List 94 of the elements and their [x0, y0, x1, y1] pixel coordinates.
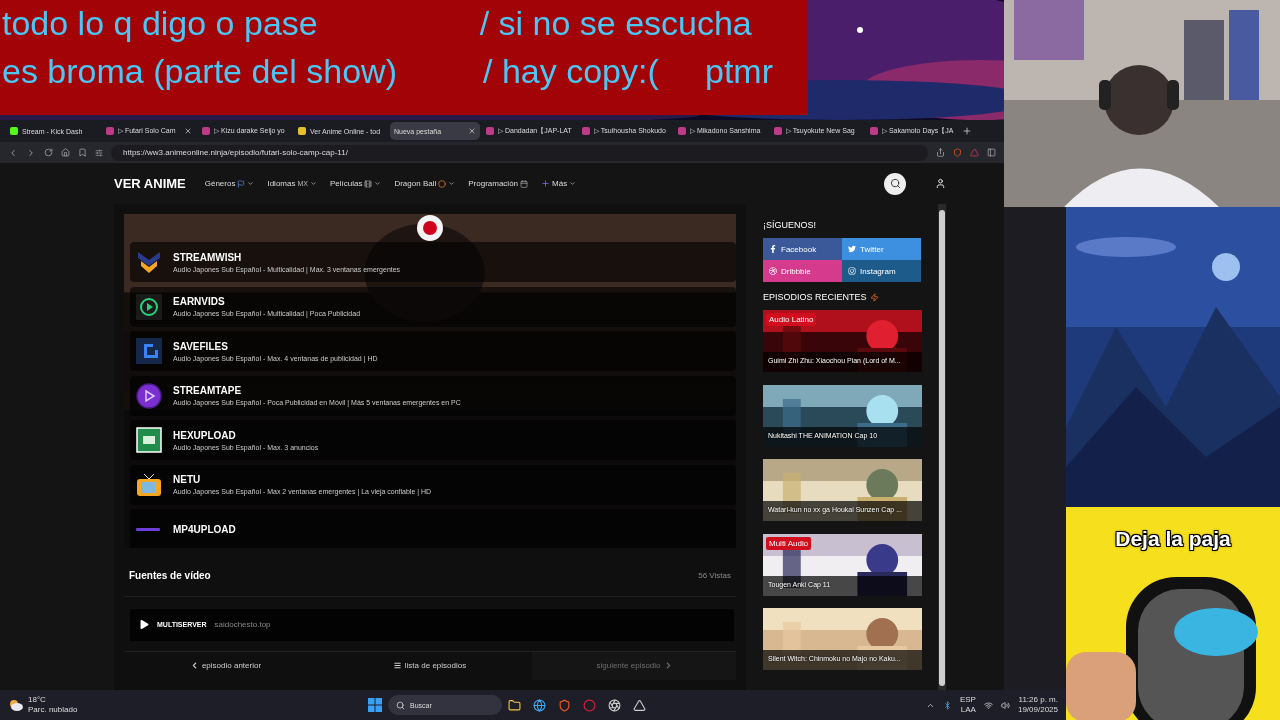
language-indicator: LAA: [960, 705, 976, 715]
search-icon: [889, 178, 901, 189]
view-count: 56 Vistas: [698, 570, 731, 580]
site-icon: [582, 127, 590, 135]
circle-icon: [438, 179, 447, 188]
instagram-icon: [848, 267, 856, 275]
cloud-sun-icon: [8, 698, 24, 712]
chevron-right-icon: [664, 662, 672, 670]
share-icon[interactable]: [936, 148, 945, 157]
temperature: 18°C: [28, 695, 47, 705]
search-button[interactable]: [884, 172, 906, 195]
scroll-thumb[interactable]: [939, 210, 945, 686]
chevron-logo-icon: [136, 249, 162, 275]
home-icon[interactable]: [61, 148, 70, 157]
ring-icon[interactable]: [583, 698, 596, 712]
caret-icon: [309, 180, 317, 187]
section-title: ¡SÍGUENOS!: [763, 220, 817, 230]
site-icon: [298, 127, 306, 135]
close-icon[interactable]: [184, 127, 192, 135]
dribbble-icon: [769, 267, 777, 275]
reload-icon[interactable]: [44, 148, 53, 157]
server-name: STREAMWISH: [173, 251, 243, 263]
caret-icon: [374, 180, 382, 187]
menu-item[interactable]: Programación: [468, 179, 529, 188]
clock-time: 11:26 p. m.: [1018, 695, 1058, 705]
server-name: STREAMTAPE: [173, 385, 243, 396]
kick-logo-icon: [10, 127, 18, 135]
bracket-logo-icon: [136, 338, 162, 364]
bluetooth-icon[interactable]: [942, 700, 952, 710]
facebook-icon: [769, 245, 777, 253]
social-button[interactable]: Dribbble: [763, 260, 842, 282]
twitter-icon: [848, 245, 856, 253]
section-title: Fuentes de vídeo: [129, 569, 211, 581]
logo-icon: [136, 527, 160, 531]
film-icon: [364, 179, 373, 188]
spreadsheet-icon: [136, 427, 162, 453]
language-indicator: ESP: [959, 695, 976, 705]
server-name: HEXUPLOAD: [173, 429, 237, 441]
site-icon: [870, 127, 878, 135]
site-icon: [774, 127, 782, 135]
windows-logo-icon[interactable]: [368, 698, 382, 712]
episode-nav-button[interactable]: lista de episodios: [328, 651, 532, 680]
social-button[interactable]: Instagram: [842, 260, 921, 282]
record-icon[interactable]: [416, 214, 444, 242]
globe-icon[interactable]: [533, 698, 546, 712]
menu-item[interactable]: Más: [541, 179, 577, 188]
server-option[interactable]: MP4UPLOAD: [130, 509, 736, 549]
server-name: MP4UPLOAD: [173, 523, 236, 535]
menu-item[interactable]: Dragon Ball: [394, 179, 456, 188]
triangle-icon[interactable]: [633, 698, 646, 712]
section-title: EPISODIOS RECIENTES: [763, 292, 867, 302]
user-icon[interactable]: [935, 178, 946, 189]
back-icon[interactable]: [8, 147, 18, 158]
server-name: EARNVIDS: [173, 296, 226, 307]
url-field[interactable]: https://ww3.animeonline.ninja/episodio/futari-solo-camp-cap-11/: [111, 144, 928, 161]
meme-caption: Deja la paja: [1115, 527, 1231, 552]
site-icon: [202, 127, 210, 135]
flag-icon: [237, 179, 246, 188]
list-icon: [393, 662, 401, 670]
volume-icon[interactable]: [1000, 700, 1010, 710]
close-icon[interactable]: [468, 127, 476, 135]
calendar-icon: [520, 179, 529, 188]
folder-icon[interactable]: [508, 698, 521, 712]
caret-icon: [247, 180, 255, 187]
site-icon: [678, 127, 686, 135]
sidebar-icon[interactable]: [987, 148, 996, 157]
menu-item[interactable]: Películas: [329, 179, 382, 188]
bookmark-icon[interactable]: [78, 148, 87, 157]
plus-icon: [541, 179, 551, 188]
forward-icon[interactable]: [26, 147, 36, 158]
shield-icon[interactable]: [558, 698, 571, 712]
site-icon: [486, 127, 494, 135]
shield-icon[interactable]: [953, 148, 962, 157]
clock-date: 19/09/2025: [1017, 705, 1058, 715]
caret-icon: [569, 180, 577, 187]
wifi-icon[interactable]: [983, 700, 993, 710]
play-circle-icon: [136, 382, 162, 409]
site-icon: [106, 127, 114, 135]
site-logo[interactable]: VER ANIME: [114, 176, 186, 191]
weather-condition: Parc. nublado: [28, 705, 78, 715]
lightning-icon: [869, 292, 879, 302]
aperture-icon[interactable]: [608, 698, 621, 712]
chevron-left-icon: [190, 662, 198, 670]
menu-item[interactable]: Géneros: [204, 179, 255, 188]
new-tab-icon[interactable]: [962, 126, 972, 136]
sliders-icon[interactable]: [95, 148, 103, 157]
source-host: saidochesto.top: [214, 620, 271, 630]
social-button[interactable]: Facebook: [763, 238, 842, 260]
play-icon: [140, 620, 149, 630]
server-name: NETU: [173, 474, 202, 485]
caret-icon: [448, 180, 456, 187]
server-name: SAVEFILES: [173, 340, 229, 352]
audio-badge: Audio Latino: [766, 313, 817, 326]
episode-nav-button[interactable]: episodio anterior: [124, 651, 328, 680]
